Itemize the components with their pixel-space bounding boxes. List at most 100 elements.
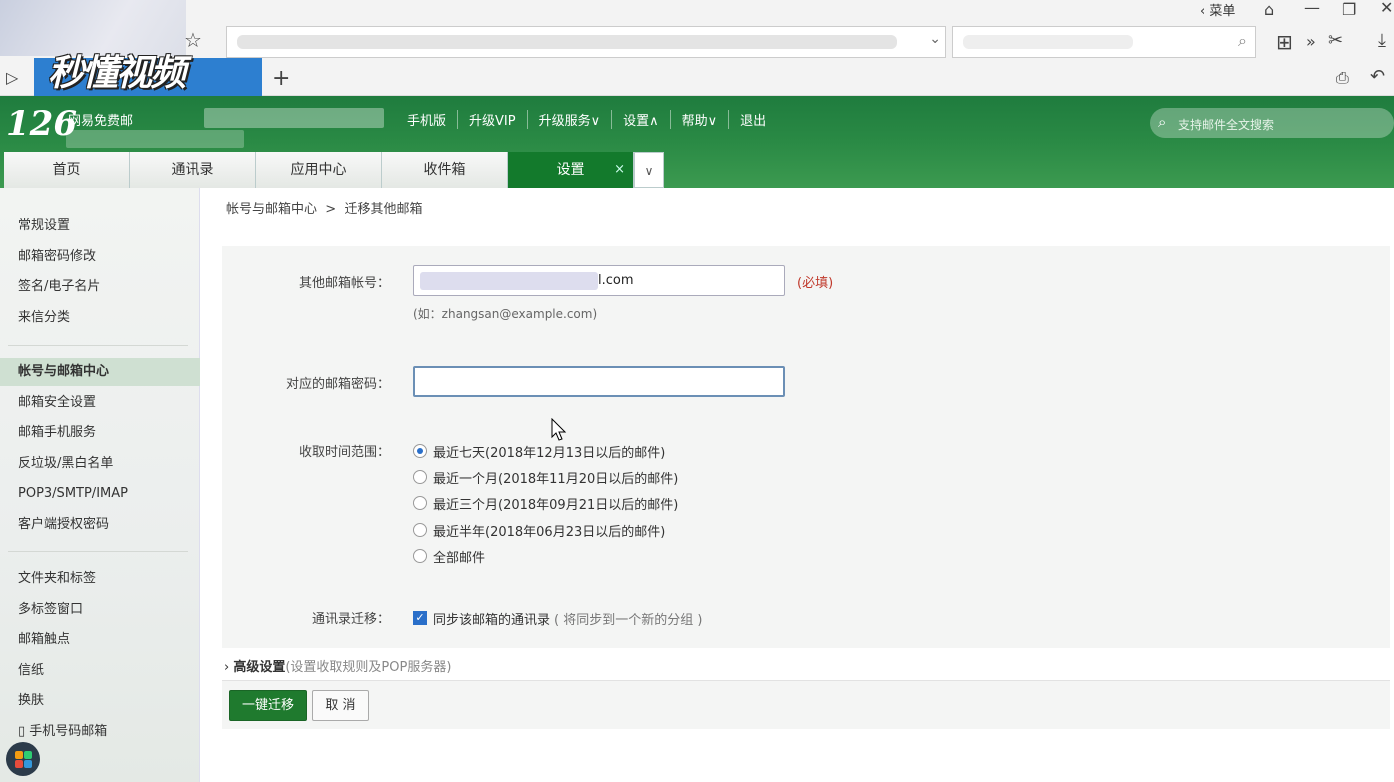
contacts-sync-option[interactable]: ✓ 同步该邮箱的通讯录 ( 将同步到一个新的分组 ) — [413, 608, 702, 628]
nav-mobile[interactable]: 手机版 — [396, 110, 457, 129]
account-label: 其他邮箱帐号： — [298, 276, 390, 291]
apps-icon[interactable]: ⊞ — [1276, 30, 1293, 54]
tab-app-center[interactable]: 应用中心 — [256, 152, 382, 188]
address-bar[interactable]: ⌄ — [226, 26, 946, 58]
other-account-input[interactable]: l.com — [413, 265, 785, 296]
more-icon[interactable]: » — [1306, 32, 1316, 51]
form-footer — [222, 681, 1390, 729]
range-label: 收取时间范围： — [298, 445, 390, 460]
close-icon[interactable]: ✕ — [1380, 0, 1393, 17]
radio-button[interactable] — [413, 444, 427, 458]
sidebar-item-pop3[interactable]: POP3/SMTP/IMAP — [0, 480, 200, 508]
sidebar-item-signature[interactable]: 签名/电子名片 — [0, 273, 200, 301]
range-option-label: 最近七天(2018年12月13日以后的邮件) — [433, 445, 666, 461]
settings-sidebar: 常规设置 邮箱密码修改 签名/电子名片 来信分类 帐号与邮箱中心 邮箱安全设置 … — [0, 188, 200, 782]
radio-button[interactable] — [413, 549, 427, 563]
radio-button[interactable] — [413, 496, 427, 510]
sidebar-item-security[interactable]: 邮箱安全设置 — [0, 389, 200, 417]
sidebar-item-touchpoint[interactable]: 邮箱触点 — [0, 626, 200, 654]
sidebar-item-password[interactable]: 邮箱密码修改 — [0, 243, 200, 271]
advanced-settings-toggle[interactable]: › 高级设置(设置收取规则及POP服务器) — [224, 656, 451, 675]
range-option-label: 最近一个月(2018年11月20日以后的邮件) — [433, 471, 679, 487]
tab-inbox[interactable]: 收件箱 — [382, 152, 508, 188]
browser-menu[interactable]: ‹ 菜单 — [1200, 0, 1235, 19]
required-mark: (必填) — [797, 276, 834, 291]
breadcrumb-parent[interactable]: 帐号与邮箱中心 — [226, 202, 317, 217]
skin-icon[interactable]: ⌂ — [1264, 0, 1274, 19]
range-option-1month[interactable]: 最近一个月(2018年11月20日以后的邮件) — [413, 467, 678, 487]
screenshot-icon[interactable]: ⎙ — [1336, 68, 1349, 88]
password-label: 对应的邮箱密码： — [285, 377, 390, 392]
mail-header: 126 网易免费邮 手机版 升级VIP 升级服务∨ 设置∧ 帮助∨ 退出 ⌕ 支… — [0, 96, 1394, 188]
mail-search-input[interactable]: ⌕ 支持邮件全文搜索 — [1150, 108, 1394, 138]
user-account-blurred — [204, 108, 384, 128]
contacts-sync-note: ( 将同步到一个新的分组 ) — [554, 612, 703, 628]
sidebar-item-folders[interactable]: 文件夹和标签 — [0, 565, 200, 593]
sidebar-toggle-icon[interactable]: ▷ — [6, 68, 18, 87]
user-email-blurred — [66, 130, 244, 148]
sidebar-item-multi-tab[interactable]: 多标签窗口 — [0, 596, 200, 624]
search-icon[interactable]: ⌕ — [1238, 31, 1247, 51]
logo-text: 网易免费邮 — [68, 114, 134, 129]
radio-button[interactable] — [413, 523, 427, 537]
nav-settings[interactable]: 设置∧ — [611, 110, 670, 129]
migrate-button[interactable]: 一键迁移 — [229, 690, 307, 721]
floating-app-button[interactable] — [6, 742, 40, 776]
range-option-7days[interactable]: 最近七天(2018年12月13日以后的邮件) — [413, 441, 665, 461]
undo-icon[interactable]: ↶ — [1370, 66, 1385, 87]
sidebar-item-stationery[interactable]: 信纸 — [0, 657, 200, 685]
radio-button[interactable] — [413, 470, 427, 484]
sidebar-item-mobile-service[interactable]: 邮箱手机服务 — [0, 419, 200, 447]
tab-contacts[interactable]: 通讯录 — [130, 152, 256, 188]
chevron-right-icon: › — [224, 660, 230, 675]
advanced-desc: (设置收取规则及POP服务器) — [285, 660, 452, 675]
search-blurred — [963, 35, 1133, 49]
main-tabs: 首页 通讯录 应用中心 收件箱 设置 × ∨ — [4, 152, 664, 188]
range-option-half-year[interactable]: 最近半年(2018年06月23日以后的邮件) — [413, 520, 665, 540]
browser-toolbar: 秒懂视频 ▷ + ☆ ⌄ ⌕ ‹ 菜单 ⌂ — ❐ ✕ ⊞ » ✂ ⤓ ⎙ ↶ — [0, 0, 1394, 96]
range-option-label: 最近半年(2018年06月23日以后的邮件) — [433, 524, 666, 540]
sidebar-item-antispam[interactable]: 反垃圾/黑白名单 — [0, 450, 200, 478]
search-icon: ⌕ — [1158, 113, 1167, 131]
cancel-button[interactable]: 取 消 — [312, 690, 369, 721]
tab-home[interactable]: 首页 — [4, 152, 130, 188]
nav-upgrade-vip[interactable]: 升级VIP — [457, 110, 527, 129]
video-watermark: 秒懂视频 — [48, 53, 186, 94]
tab-settings-label: 设置 — [556, 162, 585, 178]
tab-settings[interactable]: 设置 × — [508, 152, 634, 188]
browser-search-input[interactable]: ⌕ — [952, 26, 1256, 58]
range-option-label: 全部邮件 — [433, 550, 486, 566]
advanced-title: 高级设置 — [233, 660, 286, 675]
sidebar-item-client-auth[interactable]: 客户端授权密码 — [0, 511, 200, 539]
sidebar-item-skin[interactable]: 换肤 — [0, 687, 200, 715]
migrate-form-panel — [222, 246, 1390, 648]
account-blurred — [420, 272, 598, 290]
breadcrumb-current: 迁移其他邮箱 — [344, 202, 423, 217]
close-tab-icon[interactable]: × — [614, 152, 625, 188]
chevron-down-icon[interactable]: ⌄ — [929, 31, 941, 47]
sidebar-item-phone-mail[interactable]: ▯ 手机号码邮箱 — [0, 718, 200, 746]
contacts-sync-checkbox[interactable]: ✓ — [413, 611, 427, 625]
top-nav: 手机版 升级VIP 升级服务∨ 设置∧ 帮助∨ 退出 — [396, 110, 777, 129]
address-blurred — [237, 35, 897, 49]
sidebar-item-account-center[interactable]: 帐号与邮箱中心 — [0, 358, 200, 386]
download-icon[interactable]: ⤓ — [1378, 30, 1386, 51]
sidebar-divider — [8, 345, 188, 346]
minimize-icon[interactable]: — — [1304, 0, 1320, 17]
bookmark-star-icon[interactable]: ☆ — [184, 28, 202, 52]
range-option-label: 最近三个月(2018年09月21日以后的邮件) — [433, 497, 679, 513]
sidebar-item-filters[interactable]: 来信分类 — [0, 304, 200, 332]
tab-more-button[interactable]: ∨ — [634, 152, 664, 188]
nav-logout[interactable]: 退出 — [728, 110, 777, 129]
password-input[interactable] — [413, 366, 785, 397]
range-option-all[interactable]: 全部邮件 — [413, 546, 485, 566]
sidebar-divider — [8, 551, 188, 552]
mouse-cursor-icon — [551, 418, 567, 441]
sidebar-item-general[interactable]: 常规设置 — [0, 212, 200, 240]
restore-icon[interactable]: ❐ — [1342, 0, 1356, 19]
new-tab-button[interactable]: + — [272, 66, 290, 91]
range-option-3months[interactable]: 最近三个月(2018年09月21日以后的邮件) — [413, 493, 678, 513]
nav-help[interactable]: 帮助∨ — [669, 110, 729, 129]
nav-upgrade-service[interactable]: 升级服务∨ — [526, 110, 612, 129]
cut-icon[interactable]: ✂ — [1328, 30, 1343, 51]
